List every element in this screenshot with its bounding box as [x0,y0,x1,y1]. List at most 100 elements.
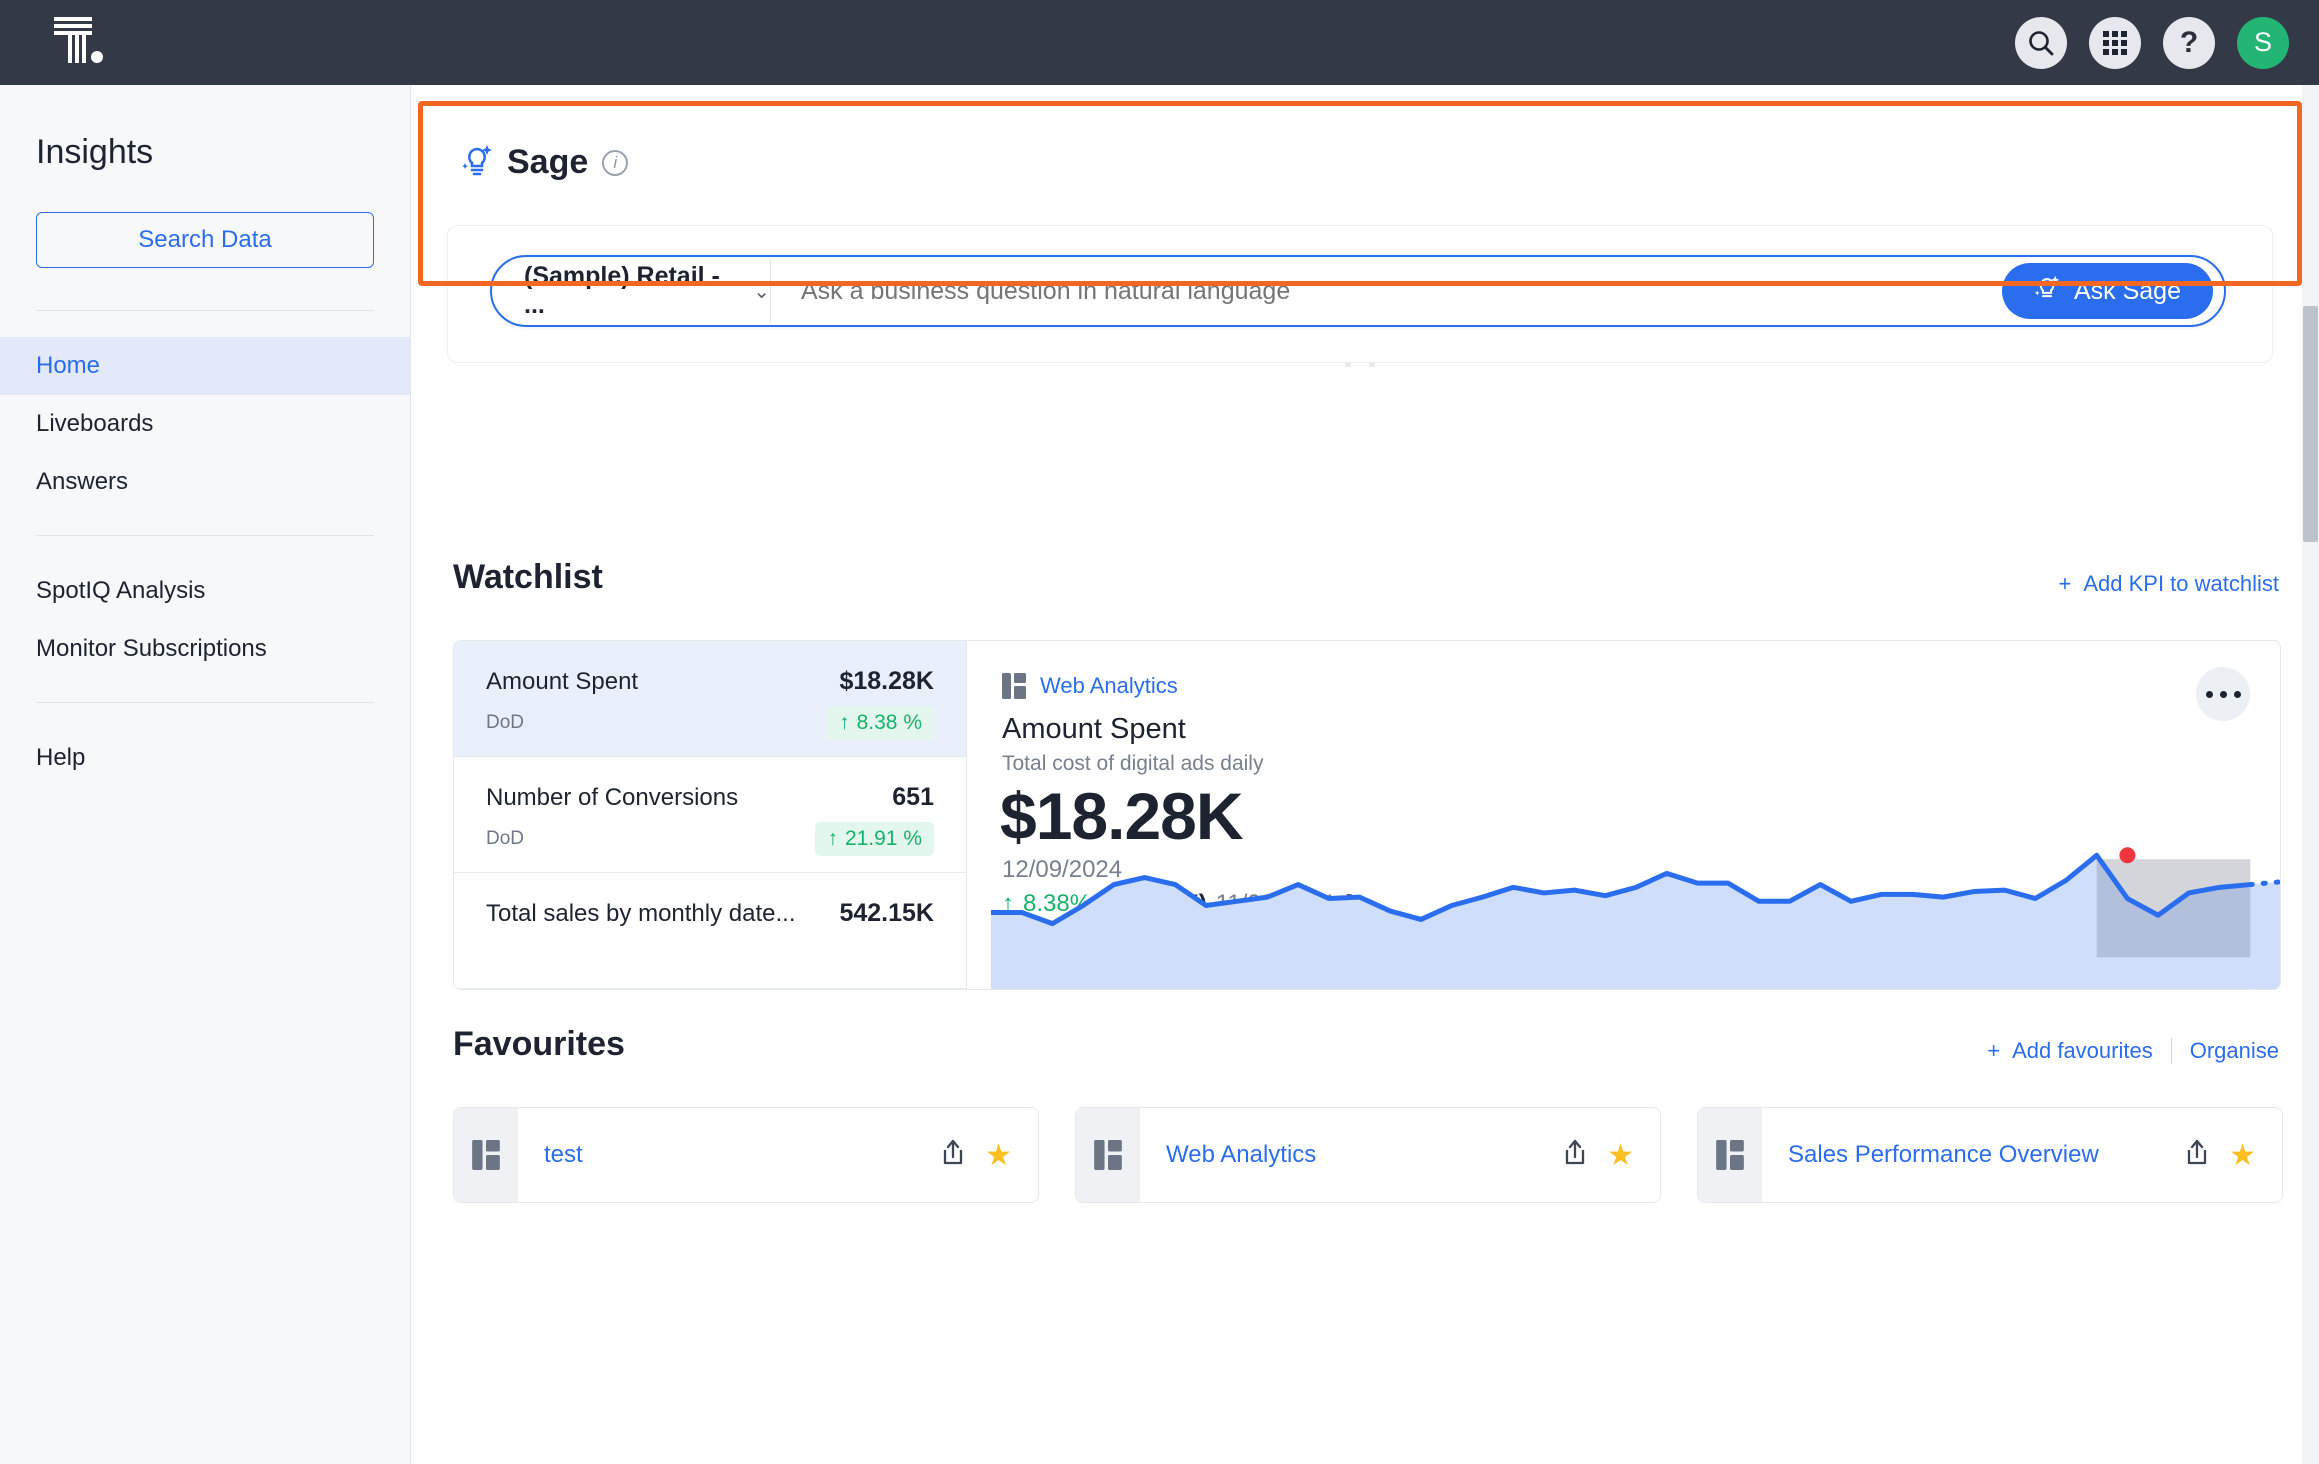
favourite-card-web-analytics[interactable]: Web Analytics ★ [1075,1107,1661,1203]
sidebar-item-spotiq-analysis[interactable]: SpotIQ Analysis [0,562,410,620]
favourite-actions: ★ [2185,1138,2256,1173]
search-icon[interactable] [2015,16,2067,69]
kpi-detail-panel: Web Analytics Amount Spent Total cost of… [967,641,2280,989]
dot [2219,690,2227,698]
watchlist-panel: Amount Spent $18.28K DoD ↑ 8.38 % Number… [453,640,2281,990]
sidebar-item-label: Help [36,744,86,771]
sidebar-divider-2 [36,535,374,536]
kpi-value: 651 [892,783,934,811]
sidebar-item-answers[interactable]: Answers [0,453,410,511]
sidebar-item-help[interactable]: Help [0,729,410,787]
apps-grid-icon[interactable] [2089,16,2141,69]
sidebar-item-label: Monitor Subscriptions [36,635,267,662]
liveboard-thumbnail-icon [1698,1108,1762,1202]
liveboard-link[interactable]: Web Analytics [967,641,2280,699]
share-icon[interactable] [2185,1139,2209,1172]
sidebar-nav-tertiary: Help [0,729,410,787]
page-title: Insights [36,133,154,171]
dot [2233,690,2241,698]
kpi-change-badge: ↑ 21.91 % [815,822,934,856]
favourites-title: Favourites [453,1025,625,1063]
kpi-more-options-button[interactable] [2196,667,2250,721]
kpi-value: 542.15K [839,899,934,927]
page-scrollbar-track[interactable] [2302,85,2319,1464]
kpi-sparkline-chart [991,847,2280,989]
page-scrollbar-thumb[interactable] [2303,306,2318,542]
sage-highlight-frame [418,101,2302,286]
sidebar-item-label: Home [36,352,101,379]
watchlist-header: Watchlist + Add KPI to watchlist [411,558,2319,597]
favourites-card-list: test ★ Web Analytics ★ Sales Performance… [453,1107,2283,1203]
kpi-row-number-of-clicks[interactable]: Number of Clicks 17.33K DoD ↑ 5.23 % [454,989,966,990]
add-kpi-label: Add KPI to watchlist [2083,571,2279,596]
arrow-up-icon: ↑ [827,827,838,850]
kpi-top: Total sales by monthly date... 542.15K [486,899,934,928]
favourite-card-sales-performance-overview[interactable]: Sales Performance Overview ★ [1697,1107,2283,1203]
plus-icon: + [1987,1038,2001,1063]
kpi-top: Amount Spent $18.28K [486,667,934,696]
topbar-actions: ? S [2015,16,2289,69]
favourites-header: Favourites + Add favourites Organise [411,1025,2319,1064]
sidebar-item-liveboards[interactable]: Liveboards [0,395,410,453]
add-favourites-label: Add favourites [2012,1038,2153,1063]
star-icon[interactable]: ★ [985,1138,1012,1173]
star-icon[interactable]: ★ [1607,1138,1634,1173]
sidebar-item-label: Liveboards [36,410,154,437]
liveboard-thumbnail-icon [454,1108,518,1202]
share-icon[interactable] [941,1139,965,1172]
kpi-row-amount-spent[interactable]: Amount Spent $18.28K DoD ↑ 8.38 % [454,641,966,757]
kpi-row-number-of-conversions[interactable]: Number of Conversions 651 DoD ↑ 21.91 % [454,757,966,873]
kpi-period: DoD [486,712,525,733]
sage-carousel-dots[interactable] [1345,363,1375,367]
avatar-initial: S [2253,27,2272,57]
favourite-card-test[interactable]: test ★ [453,1107,1039,1203]
favourite-name: Web Analytics [1166,1141,1317,1168]
organise-link[interactable]: Organise [2190,1038,2279,1064]
add-kpi-to-watchlist-link[interactable]: + Add KPI to watchlist [2058,571,2279,597]
kpi-period: DoD [486,828,525,849]
divider [2170,1038,2172,1064]
dot [2205,690,2213,698]
sidebar-nav-secondary: SpotIQ Analysis Monitor Subscriptions [0,562,410,678]
help-glyph: ? [2179,25,2199,59]
sidebar: Insights Search Data Home Liveboards Ans… [0,85,411,1464]
kpi-name: Amount Spent [486,668,639,695]
liveboard-thumbnail-icon [1076,1108,1140,1202]
kpi-bottom: DoD ↑ 21.91 % [486,822,934,856]
kpi-name: Number of Conversions [486,784,739,811]
kpi-name: Total sales by monthly date... [486,900,796,927]
kpi-row-total-sales-monthly[interactable]: Total sales by monthly date... 542.15K [454,873,966,989]
carousel-dot[interactable] [1345,363,1351,367]
favourite-name: test [544,1141,583,1168]
add-favourites-link[interactable]: + Add favourites [1987,1038,2153,1064]
liveboard-name: Web Analytics [1040,673,1178,698]
sidebar-item-label: Answers [36,468,129,495]
kpi-change-badge: ↑ 8.38 % [827,706,934,740]
sidebar-item-monitor-subscriptions[interactable]: Monitor Subscriptions [0,620,410,678]
liveboard-icon [1002,673,1026,699]
avatar[interactable]: S [2237,16,2289,69]
kpi-change-value: 8.38 % [856,711,922,734]
kpi-detail-title: Amount Spent [1002,713,1186,745]
sidebar-divider-3 [36,702,374,703]
plus-icon: + [2058,571,2072,596]
sidebar-divider-1 [36,310,374,311]
kpi-bottom: DoD ↑ 8.38 % [486,706,934,740]
search-data-button[interactable]: Search Data [36,212,374,268]
carousel-dot[interactable] [1369,363,1375,367]
favourite-actions: ★ [941,1138,1012,1173]
sidebar-nav-primary: Home Liveboards Answers [0,337,410,511]
sidebar-item-home[interactable]: Home [0,337,410,395]
main-content: Sage i (Sample) Retail - ... ⌄ Ask a bus… [411,85,2319,1464]
favourites-actions: + Add favourites Organise [1987,1038,2279,1064]
kpi-top: Number of Conversions 651 [486,783,934,812]
star-icon[interactable]: ★ [2229,1138,2256,1173]
help-icon[interactable]: ? [2163,16,2215,69]
kpi-list: Amount Spent $18.28K DoD ↑ 8.38 % Number… [454,641,967,989]
sidebar-item-label: SpotIQ Analysis [36,577,206,604]
thoughtspot-logo-icon[interactable] [52,13,108,73]
share-icon[interactable] [1563,1139,1587,1172]
favourite-actions: ★ [1563,1138,1634,1173]
top-navigation-bar: ? S [0,0,2319,85]
kpi-value: $18.28K [839,667,934,695]
